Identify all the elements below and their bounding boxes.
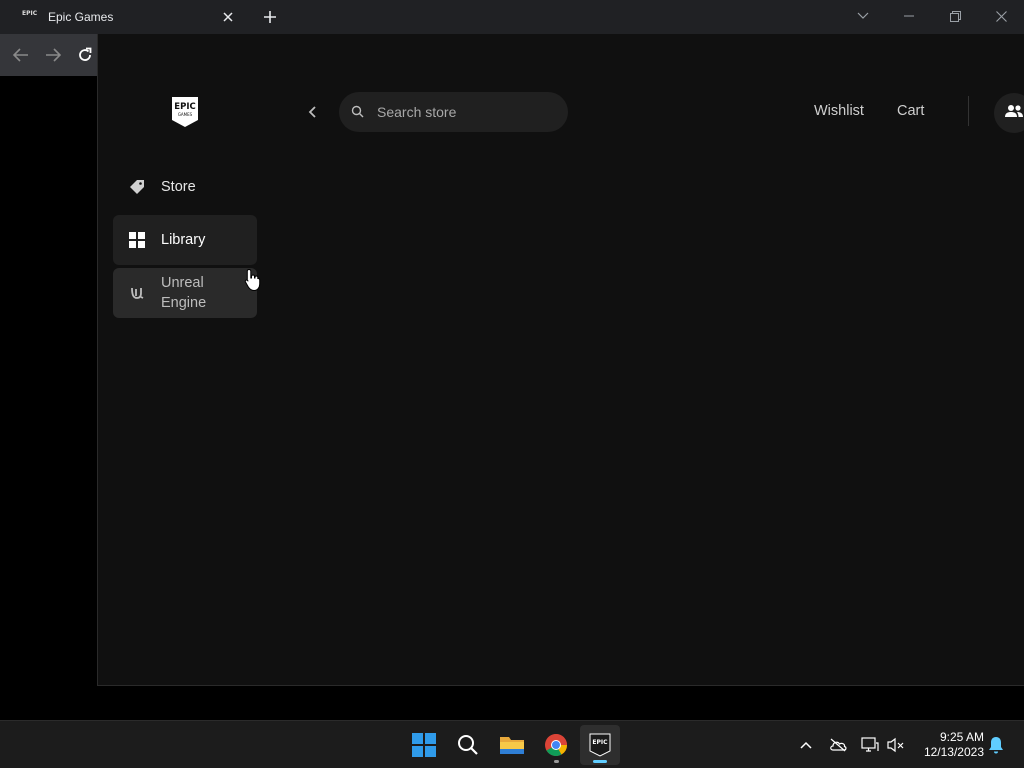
notification-bell-icon[interactable]: [986, 735, 1006, 755]
tag-icon: [127, 177, 147, 197]
browser-tab-bar: EPIC Epic Games: [0, 0, 1024, 34]
hand-cursor-icon: [244, 268, 262, 292]
running-indicator: [554, 760, 559, 763]
back-arrow-icon[interactable]: [8, 42, 34, 68]
wishlist-link[interactable]: Wishlist: [814, 103, 864, 119]
windows-taskbar: EPIC 9:25 AM 12/13/2023: [0, 720, 1024, 768]
close-window-icon[interactable]: [986, 2, 1016, 30]
logo-text-bottom: GAMES: [178, 112, 193, 117]
chevron-up-icon[interactable]: [796, 735, 816, 755]
close-icon[interactable]: [216, 5, 240, 29]
minimize-icon[interactable]: [894, 2, 924, 30]
grid-icon: [127, 230, 147, 250]
epic-launcher-window: EPIC GAMES Store Library Unreal Engine W…: [97, 34, 1024, 686]
search-icon[interactable]: [448, 725, 488, 765]
file-explorer-icon[interactable]: [492, 725, 532, 765]
browser-tab[interactable]: EPIC Epic Games: [8, 0, 246, 34]
epic-favicon-icon: EPIC: [22, 10, 38, 17]
browser-content-area: [0, 76, 98, 720]
browser-toolbar: [0, 34, 98, 76]
sidebar-item-unreal-engine[interactable]: Unreal Engine: [113, 268, 257, 318]
clock-date: 12/13/2023: [923, 745, 984, 759]
windows-start-icon[interactable]: [404, 725, 444, 765]
system-clock[interactable]: 9:25 AM 12/13/2023: [914, 730, 984, 760]
epic-games-icon[interactable]: EPIC: [580, 725, 620, 765]
tab-title: Epic Games: [48, 10, 114, 24]
onedrive-icon[interactable]: [828, 735, 848, 755]
volume-muted-icon[interactable]: [886, 735, 906, 755]
chevron-down-icon[interactable]: [848, 2, 878, 30]
epic-games-logo[interactable]: EPIC GAMES: [170, 96, 200, 128]
search-input[interactable]: [377, 104, 547, 120]
cart-link[interactable]: Cart: [897, 103, 924, 119]
chrome-icon[interactable]: [536, 725, 576, 765]
unreal-icon: [127, 283, 147, 303]
restore-icon[interactable]: [940, 2, 970, 30]
clock-time: 9:25 AM: [939, 730, 984, 744]
friends-icon: [1004, 104, 1024, 123]
forward-arrow-icon[interactable]: [40, 42, 66, 68]
search-bar[interactable]: [339, 92, 568, 132]
sidebar-item-label: Unreal Engine: [161, 275, 207, 311]
sidebar-item-library[interactable]: Library: [113, 215, 257, 265]
header-divider: [968, 96, 969, 126]
chevron-left-icon[interactable]: [302, 100, 322, 124]
taskbar-epic-text: EPIC: [592, 739, 608, 746]
sidebar-item-label: Store: [161, 179, 196, 195]
search-icon: [351, 105, 365, 119]
network-icon[interactable]: [860, 735, 880, 755]
reload-icon[interactable]: [72, 42, 98, 68]
sidebar-item-label: Library: [161, 232, 206, 248]
sidebar-item-store[interactable]: Store: [113, 174, 257, 200]
plus-icon[interactable]: [258, 5, 282, 29]
active-indicator: [593, 760, 607, 763]
logo-text-top: EPIC: [174, 102, 195, 112]
friends-button[interactable]: [994, 93, 1024, 133]
